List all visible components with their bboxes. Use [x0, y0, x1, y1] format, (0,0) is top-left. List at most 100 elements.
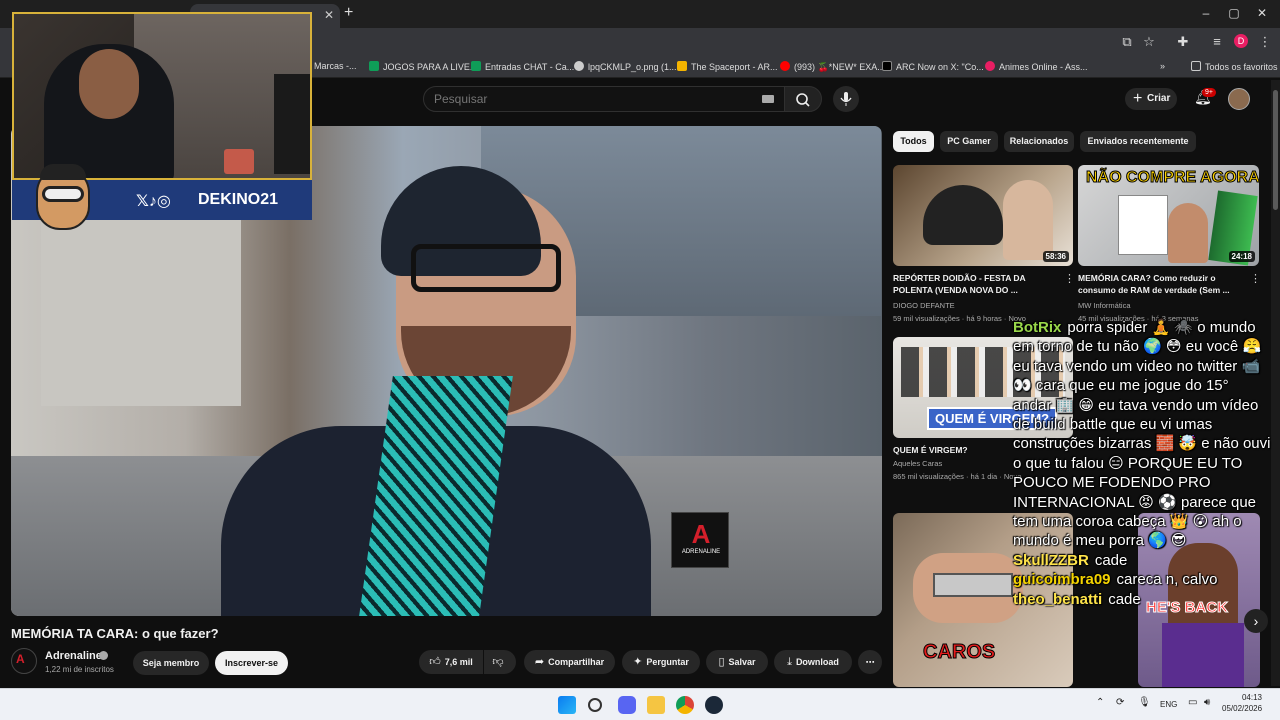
- network-icon[interactable]: ▭: [1188, 697, 1197, 708]
- subscribe-button[interactable]: Inscrever-se: [215, 651, 288, 675]
- volume-icon[interactable]: 🔊︎: [1204, 697, 1210, 708]
- minimize-icon[interactable]: –: [1196, 6, 1216, 20]
- save-button[interactable]: ▯ Salvar: [706, 650, 768, 674]
- search-input[interactable]: [434, 92, 734, 106]
- profile-avatar[interactable]: D: [1234, 34, 1248, 48]
- thumbnail-text: CAROS: [922, 641, 996, 664]
- media-icon[interactable]: ≡: [1208, 34, 1226, 49]
- chat-text: porra spider 🧘 🕷️ o mundo em torno de tu…: [1013, 319, 1271, 550]
- chip-all[interactable]: Todos: [893, 131, 934, 152]
- plus-icon: +: [1133, 90, 1143, 107]
- bookmark-star-icon[interactable]: ☆: [1140, 34, 1158, 50]
- tray-mic-icon[interactable]: 🎙︎: [1138, 697, 1151, 708]
- bookmark-item[interactable]: ARC Now on X: "Co...: [882, 61, 984, 72]
- more-icon: ⋯: [865, 657, 875, 667]
- tray-sync-icon[interactable]: ⟳: [1116, 697, 1124, 708]
- channel-logo-letter: A: [16, 652, 25, 666]
- search-icon[interactable]: [588, 698, 602, 712]
- file-explorer-icon[interactable]: [647, 696, 665, 714]
- bookmark-item[interactable]: Entradas CHAT - Ca...: [471, 61, 574, 72]
- sparkle-icon: ✦: [633, 656, 643, 668]
- thumbnail-text: NÃO COMPRE AGORA: [1086, 169, 1259, 187]
- thumbnail-art: [1118, 195, 1168, 255]
- thumbnail-art: [923, 185, 1003, 245]
- language-indicator[interactable]: ENG: [1160, 700, 1177, 709]
- chat-username: theo_benatti: [1013, 590, 1103, 608]
- video-thumbnail[interactable]: NÃO COMPRE AGORA 24:18: [1078, 165, 1259, 266]
- search-icon: [796, 93, 810, 107]
- sheets-icon: [471, 61, 481, 71]
- logo-text: ADRENALINE: [681, 549, 721, 555]
- scrollbar-thumb[interactable]: [1273, 90, 1278, 210]
- mascot-glasses: [42, 186, 84, 202]
- sheets-icon: [369, 61, 379, 71]
- video-card-channel[interactable]: MW Informática: [1078, 301, 1131, 310]
- anime-icon: [985, 61, 995, 71]
- tray-overflow-icon[interactable]: ⌃: [1096, 697, 1104, 708]
- chat-message: guicoimbra09 careca n, calvo: [1013, 570, 1271, 589]
- download-button[interactable]: ⤓ Download: [774, 650, 852, 674]
- all-bookmarks-folder[interactable]: Todos os favoritos: [1191, 61, 1278, 72]
- bookmark-item[interactable]: lpqCKMLP_o.png (1...: [574, 61, 677, 72]
- spaceport-icon: [677, 61, 687, 71]
- keyboard-icon[interactable]: [762, 95, 774, 103]
- thumbnail-art: [1162, 623, 1244, 687]
- chrome-icon[interactable]: [676, 696, 694, 714]
- next-arrow-icon[interactable]: ›: [1244, 609, 1268, 633]
- x-icon: 𝕏: [136, 193, 149, 210]
- video-card-meta: 59 mil visualizações · há 9 horas · Novo: [893, 314, 1026, 323]
- chip-pc-gamer[interactable]: PC Gamer: [940, 131, 998, 152]
- bookmark-item[interactable]: Animes Online - Ass...: [985, 61, 1088, 72]
- channel-watermark-logo: A ADRENALINE: [671, 512, 729, 568]
- cast-icon[interactable]: ⧉: [1118, 34, 1136, 50]
- chat-username: SkullZZBR: [1013, 551, 1089, 569]
- ask-button[interactable]: ✦ Perguntar: [622, 650, 700, 674]
- extensions-icon[interactable]: ✚: [1174, 34, 1192, 50]
- clock-time[interactable]: 04:13: [1222, 693, 1262, 702]
- mascot-hair: [40, 164, 86, 180]
- social-handle: DEKINO21: [198, 191, 279, 208]
- more-bookmarks-icon[interactable]: »: [1160, 61, 1165, 71]
- more-options-icon[interactable]: ⋮: [1250, 272, 1261, 285]
- more-options-icon[interactable]: ⋮: [1064, 272, 1075, 285]
- clock-date[interactable]: 05/02/2026: [1222, 704, 1262, 713]
- video-thumbnail[interactable]: 58:36: [893, 165, 1073, 266]
- maximize-icon[interactable]: ▢: [1224, 6, 1244, 20]
- bookmark-item[interactable]: The Spaceport - AR...: [677, 61, 778, 72]
- dislike-button[interactable]: 👎︎: [484, 650, 516, 674]
- voice-search-button[interactable]: [833, 86, 859, 112]
- chip-related[interactable]: Relacionados: [1004, 131, 1074, 152]
- new-tab-icon[interactable]: +: [344, 4, 353, 22]
- search-button[interactable]: [784, 86, 822, 112]
- channel-name[interactable]: Adrenaline: [45, 650, 102, 662]
- chat-text: cade: [1094, 551, 1128, 569]
- subscriber-count: 1,22 mi de inscritos: [45, 665, 114, 674]
- video-card-channel[interactable]: DIOGO DEFANTE: [893, 301, 955, 310]
- steam-icon[interactable]: [705, 696, 723, 714]
- webcam-monitor: [274, 74, 310, 174]
- bookmark-item[interactable]: Marcas -...: [314, 61, 357, 71]
- join-button[interactable]: Seja membro: [133, 651, 209, 675]
- webcam-streamer-face: [79, 49, 139, 119]
- close-tab-icon[interactable]: ✕: [324, 8, 334, 22]
- notification-count-badge: 9+: [1202, 88, 1216, 97]
- chat-overlay: BotRix porra spider 🧘 🕷️ o mundo em torno…: [1013, 318, 1271, 609]
- video-title: MEMÓRIA TA CARA: o que fazer?: [11, 626, 219, 641]
- chat-message: theo_benatti cade: [1013, 590, 1271, 609]
- more-actions-button[interactable]: ⋯: [858, 650, 882, 674]
- like-button[interactable]: 👍︎ 7,6 mil: [419, 650, 483, 674]
- browser-menu-icon[interactable]: ⋮: [1256, 34, 1274, 50]
- close-window-icon[interactable]: ✕: [1252, 6, 1272, 20]
- video-card-channel[interactable]: Aqueles Caras: [893, 459, 942, 468]
- start-icon[interactable]: [558, 696, 576, 714]
- webcam-mug: [224, 149, 254, 174]
- video-card-title[interactable]: REPÓRTER DOIDÃO - FESTA DA POLENTA (VEND…: [893, 272, 1053, 296]
- discord-icon[interactable]: [618, 696, 636, 714]
- bookmark-item[interactable]: JOGOS PARA A LIVE...: [369, 61, 477, 72]
- mic-icon: [840, 92, 852, 106]
- bookmark-item[interactable]: (993) 🍒*NEW* EXA...: [780, 61, 885, 73]
- account-avatar[interactable]: [1228, 88, 1250, 110]
- share-button[interactable]: ➦ Compartilhar: [524, 650, 615, 674]
- video-card-title[interactable]: MEMÓRIA CARA? Como reduzir o consumo de …: [1078, 272, 1238, 296]
- chip-recently-uploaded[interactable]: Enviados recentemente: [1080, 131, 1196, 152]
